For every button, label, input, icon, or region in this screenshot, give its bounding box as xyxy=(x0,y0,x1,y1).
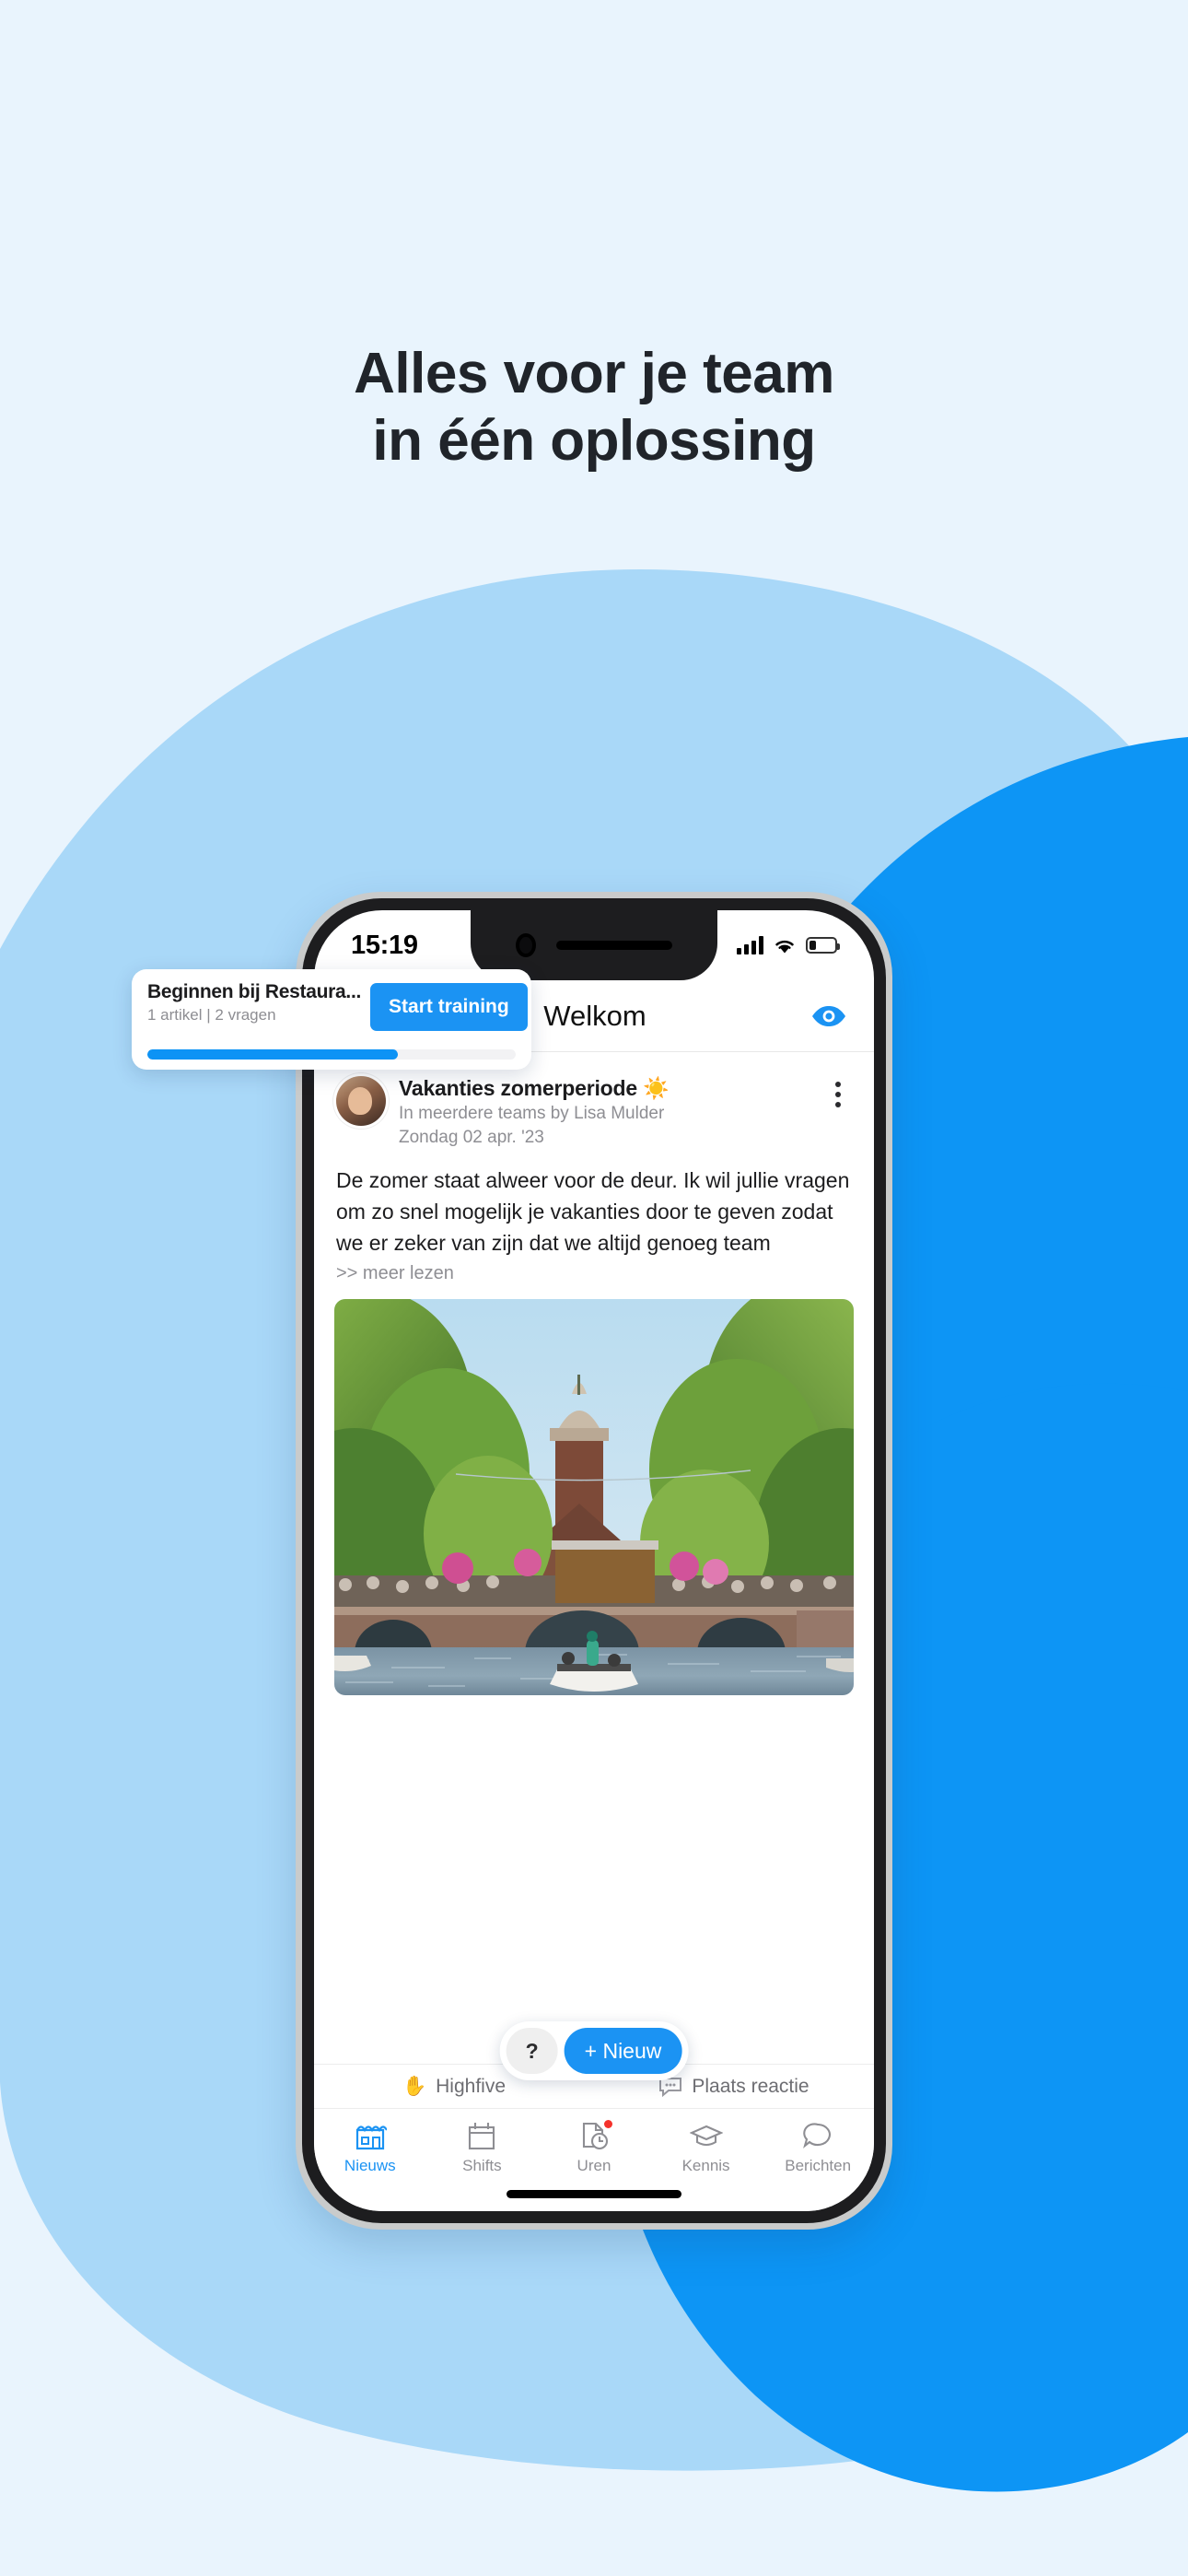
graduation-cap-icon xyxy=(689,2118,723,2153)
amsterdam-canal-bridge-photo xyxy=(334,1298,854,1695)
app-store-screenshot: Alles voor je team in één oplossing 15:1… xyxy=(0,0,1188,2576)
status-icons xyxy=(737,936,840,954)
store-icon xyxy=(354,2118,387,2153)
feed-post: Vakanties zomerperiode ☀️ In meerdere te… xyxy=(314,1052,874,1695)
phone-mockup: 15:19 Welkom Vakanties zomerperiode ☀️ I… xyxy=(296,892,892,2230)
comment-label: Plaats reactie xyxy=(692,2075,809,2097)
training-progress-fill xyxy=(147,1049,398,1060)
tab-berichten[interactable]: Berichten xyxy=(762,2118,874,2175)
eye-icon[interactable] xyxy=(811,999,846,1034)
headline-line-1: Alles voor je team xyxy=(354,342,834,405)
post-body: De zomer staat alweer voor de deur. Ik w… xyxy=(336,1168,850,1255)
earpiece-speaker xyxy=(556,941,672,950)
floating-action-pill: ? + Nieuw xyxy=(499,2021,689,2080)
cellular-bars-icon xyxy=(737,936,763,954)
tab-nieuws[interactable]: Nieuws xyxy=(314,2118,426,2175)
read-more-link[interactable]: >> meer lezen xyxy=(314,1259,874,1299)
tab-label-berichten: Berichten xyxy=(785,2157,852,2174)
phone-bezel: 15:19 Welkom Vakanties zomerperiode ☀️ I… xyxy=(302,898,886,2223)
training-card-text: Beginnen bij Restaura... 1 artikel | 2 v… xyxy=(147,981,361,1025)
phone-screen: 15:19 Welkom Vakanties zomerperiode ☀️ I… xyxy=(314,910,874,2211)
tab-shifts[interactable]: Shifts xyxy=(426,2118,539,2175)
tab-kennis[interactable]: Kennis xyxy=(650,2118,763,2175)
post-meta: Vakanties zomerperiode ☀️ In meerdere te… xyxy=(399,1076,811,1149)
post-title: Vakanties zomerperiode ☀️ xyxy=(399,1076,670,1100)
tab-label-kennis: Kennis xyxy=(681,2157,730,2174)
tab-uren[interactable]: Uren xyxy=(538,2118,650,2175)
highfive-label: Highfive xyxy=(436,2075,507,2097)
training-subtitle: 1 artikel | 2 vragen xyxy=(147,1006,276,1024)
start-training-button[interactable]: Start training xyxy=(370,983,528,1031)
headline-line-2: in één oplossing xyxy=(372,408,816,473)
kebab-menu-icon[interactable] xyxy=(824,1076,852,1149)
status-clock: 15:19 xyxy=(351,930,418,960)
front-camera-icon xyxy=(516,933,536,957)
training-title: Beginnen bij Restaura... xyxy=(147,981,362,1002)
training-progress-track xyxy=(147,1049,516,1060)
page-headline: Alles voor je team in één oplossing xyxy=(0,341,1188,474)
new-post-button[interactable]: + Nieuw xyxy=(564,2028,682,2074)
post-meta-date: Zondag 02 apr. '23 xyxy=(399,1128,544,1148)
training-card-row: Beginnen bij Restaura... 1 artikel | 2 v… xyxy=(147,981,528,1031)
raised-hand-icon: ✋ xyxy=(402,2075,427,2097)
chat-bubble-icon xyxy=(802,2118,833,2153)
post-image[interactable] xyxy=(334,1298,854,1695)
calendar-icon xyxy=(466,2118,497,2153)
avatar xyxy=(336,1076,386,1126)
training-card[interactable]: Beginnen bij Restaura... 1 artikel | 2 v… xyxy=(132,969,531,1070)
timesheet-icon xyxy=(578,2118,612,2153)
tab-label-uren: Uren xyxy=(577,2157,611,2174)
uren-badge xyxy=(603,2120,612,2128)
tab-label-nieuws: Nieuws xyxy=(344,2157,396,2174)
wifi-icon xyxy=(775,940,794,953)
page-title: Welkom xyxy=(543,999,646,1032)
post-meta-teams: In meerdere teams by Lisa Mulder xyxy=(399,1104,665,1123)
feed-content[interactable]: Vakanties zomerperiode ☀️ In meerdere te… xyxy=(314,1052,874,2108)
help-button[interactable]: ? xyxy=(506,2028,558,2074)
tab-label-shifts: Shifts xyxy=(462,2157,502,2174)
battery-icon xyxy=(806,937,840,954)
home-indicator xyxy=(507,2190,681,2198)
